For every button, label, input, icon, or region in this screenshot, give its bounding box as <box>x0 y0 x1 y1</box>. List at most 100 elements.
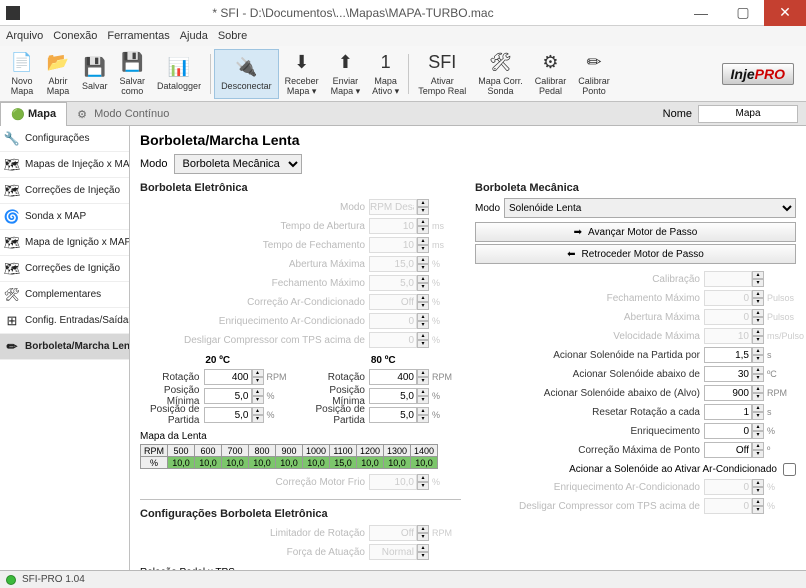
toolbar-mapa[interactable]: 1MapaAtivo ▾ <box>366 49 405 99</box>
spin-down-icon[interactable]: ▾ <box>417 340 429 348</box>
spin-down-icon[interactable]: ▾ <box>752 506 764 514</box>
spin-down-icon[interactable]: ▾ <box>417 396 429 404</box>
page-mode-select[interactable]: Borboleta Mecânica <box>174 154 302 174</box>
tab-modo-contínuo[interactable]: ⚙Modo Contínuo <box>67 102 179 126</box>
spin-down-icon[interactable]: ▾ <box>417 321 429 329</box>
step-back-button[interactable]: ⬅Retroceder Motor de Passo <box>475 244 796 264</box>
spin-up-icon[interactable]: ▴ <box>417 294 429 302</box>
field-input[interactable] <box>704 347 752 363</box>
table-cell[interactable]: 900 <box>276 445 303 457</box>
spin-down-icon[interactable]: ▾ <box>417 226 429 234</box>
spin-up-icon[interactable]: ▴ <box>752 366 764 374</box>
spin-up-icon[interactable]: ▴ <box>417 237 429 245</box>
spin-down-icon[interactable]: ▾ <box>417 552 429 560</box>
name-input[interactable] <box>698 105 798 123</box>
spin-down-icon[interactable]: ▾ <box>417 533 429 541</box>
table-cell[interactable]: 10,0 <box>276 457 303 469</box>
maximize-button[interactable]: ▢ <box>722 0 764 26</box>
table-cell[interactable]: 800 <box>249 445 276 457</box>
menu-conexão[interactable]: Conexão <box>53 30 97 42</box>
sidebar-item-sonda-x-map[interactable]: 🌀Sonda x MAP <box>0 204 129 230</box>
table-cell[interactable]: 15,0 <box>330 457 357 469</box>
sidebar-item-corre-es-de-inje-o[interactable]: 🗺Correções de Injeção <box>0 178 129 204</box>
spin-up-icon[interactable]: ▴ <box>252 388 264 396</box>
spin-up-icon[interactable]: ▴ <box>417 256 429 264</box>
spin-up-icon[interactable]: ▴ <box>752 423 764 431</box>
spin-down-icon[interactable]: ▾ <box>752 393 764 401</box>
spin-down-icon[interactable]: ▾ <box>752 412 764 420</box>
table-cell[interactable]: 10,0 <box>303 457 330 469</box>
spin-down-icon[interactable]: ▾ <box>752 374 764 382</box>
toolbar-salvar[interactable]: 💾Salvar <box>76 49 114 99</box>
spin-up-icon[interactable]: ▴ <box>252 369 264 377</box>
spin-up-icon[interactable]: ▴ <box>417 407 429 415</box>
spin-up-icon[interactable]: ▴ <box>752 271 764 279</box>
spin-up-icon[interactable]: ▴ <box>417 218 429 226</box>
toolbar-ativar[interactable]: SFIAtivarTempo Real <box>412 49 472 99</box>
toolbar-calibrar[interactable]: ⚙CalibrarPedal <box>529 49 573 99</box>
table-cell[interactable]: 1100 <box>330 445 357 457</box>
subfield-input[interactable] <box>204 388 252 404</box>
table-cell[interactable]: 10,0 <box>168 457 195 469</box>
toolbar-calibrar[interactable]: ✏CalibrarPonto <box>572 49 616 99</box>
field-input[interactable] <box>704 423 752 439</box>
spin-down-icon[interactable]: ▾ <box>417 264 429 272</box>
toolbar-mapa-corr.[interactable]: 🛠Mapa Corr.Sonda <box>472 49 529 99</box>
spin-down-icon[interactable]: ▾ <box>252 377 264 385</box>
spin-up-icon[interactable]: ▴ <box>752 328 764 336</box>
spin-down-icon[interactable]: ▾ <box>752 336 764 344</box>
spin-up-icon[interactable]: ▴ <box>417 199 429 207</box>
spin-down-icon[interactable]: ▾ <box>752 431 764 439</box>
table-cell[interactable]: 700 <box>222 445 249 457</box>
close-button[interactable]: ✕ <box>764 0 806 26</box>
sidebar-item-configura-es[interactable]: 🔧Configurações <box>0 126 129 152</box>
spin-up-icon[interactable]: ▴ <box>752 498 764 506</box>
table-cell[interactable]: 1300 <box>384 445 411 457</box>
subfield-input[interactable] <box>369 388 417 404</box>
toolbar-datalogger[interactable]: 📊Datalogger <box>151 49 207 99</box>
table-cell[interactable]: 1200 <box>357 445 384 457</box>
spin-up-icon[interactable]: ▴ <box>417 275 429 283</box>
table-cell[interactable]: 10,0 <box>384 457 411 469</box>
table-cell[interactable]: 1400 <box>411 445 438 457</box>
subfield-input[interactable] <box>369 407 417 423</box>
field-input[interactable] <box>704 404 752 420</box>
spin-up-icon[interactable]: ▴ <box>752 309 764 317</box>
spin-up-icon[interactable]: ▴ <box>752 347 764 355</box>
spin-up-icon[interactable]: ▴ <box>417 332 429 340</box>
spin-up-icon[interactable]: ▴ <box>252 407 264 415</box>
menu-arquivo[interactable]: Arquivo <box>6 30 43 42</box>
sidebar-item-config-entradas-sa-das[interactable]: ⊞Config. Entradas/Saídas <box>0 308 129 334</box>
spin-up-icon[interactable]: ▴ <box>417 369 429 377</box>
minimize-button[interactable]: — <box>680 0 722 26</box>
sidebar-item-complementares[interactable]: 🛠Complementares <box>0 282 129 308</box>
sidebar-item-corre-es-de-igni-o[interactable]: 🗺Correções de Ignição <box>0 256 129 282</box>
table-cell[interactable]: 10,0 <box>357 457 384 469</box>
table-cell[interactable]: 600 <box>195 445 222 457</box>
field-input[interactable] <box>704 366 752 382</box>
tab-mapa[interactable]: 🟢Mapa <box>0 102 67 126</box>
spin-down-icon[interactable]: ▾ <box>752 487 764 495</box>
ac-solenoid-checkbox[interactable] <box>783 463 796 476</box>
spin-down-icon[interactable]: ▾ <box>417 207 429 215</box>
spin-down-icon[interactable]: ▾ <box>752 298 764 306</box>
spin-down-icon[interactable]: ▾ <box>417 245 429 253</box>
spin-up-icon[interactable]: ▴ <box>752 442 764 450</box>
spin-up-icon[interactable]: ▴ <box>752 479 764 487</box>
spin-up-icon[interactable]: ▴ <box>752 290 764 298</box>
spin-up-icon[interactable]: ▴ <box>752 385 764 393</box>
spin-down-icon[interactable]: ▾ <box>417 302 429 310</box>
spin-up-icon[interactable]: ▴ <box>417 544 429 552</box>
menu-ferramentas[interactable]: Ferramentas <box>107 30 169 42</box>
spin-down-icon[interactable]: ▾ <box>752 317 764 325</box>
spin-up-icon[interactable]: ▴ <box>752 404 764 412</box>
table-cell[interactable]: 10,0 <box>195 457 222 469</box>
toolbar-novo[interactable]: 📄NovoMapa <box>4 49 40 99</box>
spin-up-icon[interactable]: ▴ <box>417 388 429 396</box>
step-forward-button[interactable]: ➡Avançar Motor de Passo <box>475 222 796 242</box>
toolbar-desconectar[interactable]: 🔌Desconectar <box>214 49 279 99</box>
spin-down-icon[interactable]: ▾ <box>417 283 429 291</box>
menu-sobre[interactable]: Sobre <box>218 30 247 42</box>
right-mode-select[interactable]: Solenóide Lenta <box>504 198 796 218</box>
toolbar-salvar[interactable]: 💾Salvarcomo <box>114 49 152 99</box>
